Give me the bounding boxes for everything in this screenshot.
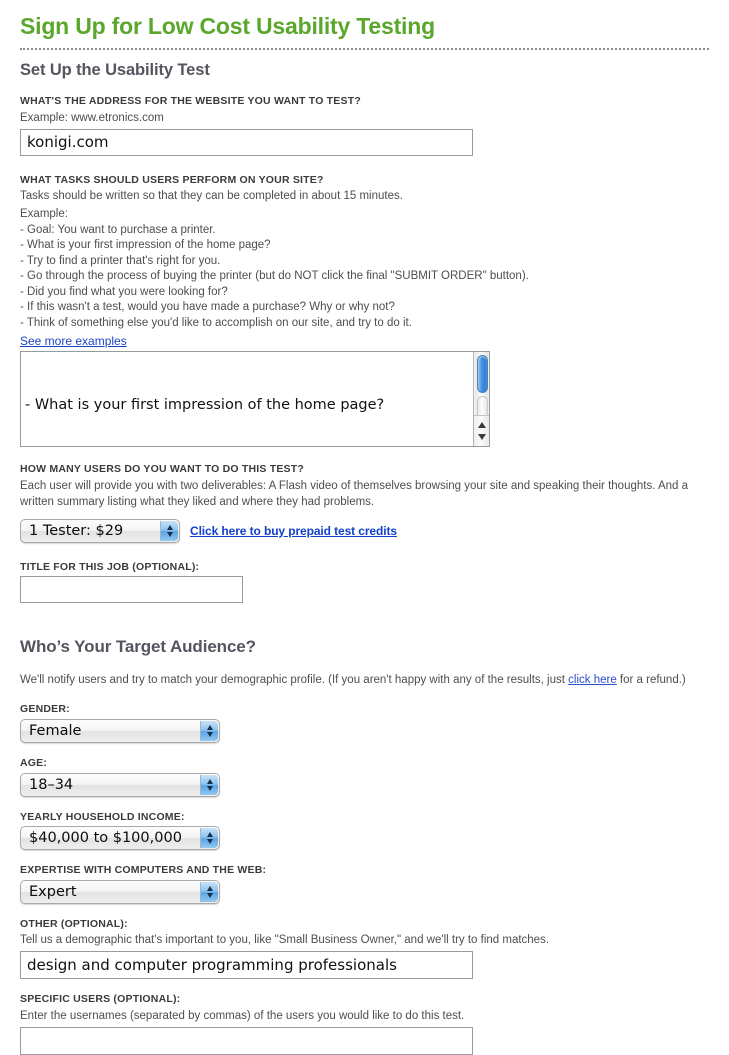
other-demographic-help: Tell us a demographic that's important t…	[20, 934, 550, 947]
tasks-example-line: - Goal: You want to purchase a printer.	[20, 223, 216, 236]
header-divider	[20, 48, 709, 51]
textarea-line: - What is your first impression of the h…	[25, 397, 385, 414]
stepper-icon[interactable]	[200, 828, 218, 849]
stepper-icon[interactable]	[200, 774, 218, 795]
testers-row: 1 Tester: $29 Click here to buy prepaid …	[20, 518, 709, 543]
job-title-label: TITLE FOR THIS JOB (OPTIONAL):	[20, 560, 200, 573]
specific-users-input[interactable]	[20, 1026, 473, 1055]
stepper-icon[interactable]	[160, 520, 178, 541]
stepper-up-icon[interactable]	[206, 832, 213, 838]
other-demographic-input[interactable]	[20, 951, 473, 980]
stepper-icon[interactable]	[200, 881, 218, 902]
tasks-label: WHAT TASKS SHOULD USERS PERFORM ON YOUR …	[20, 173, 324, 186]
specific-users-help: Enter the usernames (separated by commas…	[20, 1009, 465, 1022]
income-label: YEARLY HOUSEHOLD INCOME:	[20, 810, 185, 823]
tasks-textarea[interactable]: - What is your first impression of the h…	[20, 351, 490, 448]
testers-count-label: HOW MANY USERS DO YOU WANT TO DO THIS TE…	[20, 463, 304, 476]
see-more-examples-link[interactable]: See more examples	[20, 334, 127, 348]
website-url-label: WHAT'S THE ADDRESS FOR THE WEBSITE YOU W…	[20, 95, 361, 108]
tasks-example-line: - What is your first impression of the h…	[20, 239, 271, 252]
tasks-help: Tasks should be written so that they can…	[20, 190, 403, 203]
buy-prepaid-credits-link[interactable]: Click here to buy prepaid test credits	[190, 524, 397, 538]
gender-field: GENDER: Female	[20, 703, 709, 743]
tasks-example-line: - Go through the process of buying the p…	[20, 270, 529, 283]
scroll-down-icon[interactable]	[477, 434, 486, 441]
age-select[interactable]: 18–34	[20, 772, 220, 797]
other-demographic-field: OTHER (OPTIONAL): Tell us a demographic …	[20, 918, 709, 980]
stepper-down-icon[interactable]	[206, 785, 213, 791]
testers-count-help: Each user will provide you with two deli…	[20, 480, 689, 508]
stepper-down-icon[interactable]	[206, 839, 213, 845]
tasks-example-line: - Think of something else you'd like to …	[20, 316, 412, 329]
age-label: AGE:	[20, 756, 48, 769]
stepper-down-icon[interactable]	[206, 731, 213, 737]
scrollbar-arrows[interactable]	[474, 415, 489, 447]
tasks-example-line: - Did you find what you were looking for…	[20, 285, 228, 298]
specific-users-field: SPECIFIC USERS (OPTIONAL): Enter the use…	[20, 993, 709, 1055]
tasks-example-line: - Try to find a printer that's right for…	[20, 254, 221, 267]
expertise-select[interactable]: Expert	[20, 879, 220, 904]
audience-intro-before: We'll notify users and try to match your…	[20, 674, 569, 687]
gender-value: Female	[29, 722, 82, 739]
income-field: YEARLY HOUSEHOLD INCOME: $40,000 to $100…	[20, 811, 709, 851]
refund-click-here-link[interactable]: click here	[568, 674, 617, 686]
scroll-up-icon[interactable]	[477, 422, 486, 429]
textarea-scrollbar[interactable]	[473, 352, 489, 447]
tasks-example-line: - If this wasn't a test, would you have …	[20, 301, 395, 314]
tasks-textarea-content: - What is your first impression of the h…	[25, 353, 469, 446]
website-url-help: Example: www.etronics.com	[20, 111, 164, 124]
testers-count-value: 1 Tester: $29	[29, 522, 124, 539]
income-value: $40,000 to $100,000	[29, 830, 182, 847]
job-title-input[interactable]	[20, 576, 243, 604]
expertise-value: Expert	[29, 883, 77, 900]
other-demographic-label: OTHER (OPTIONAL):	[20, 917, 128, 930]
stepper-up-icon[interactable]	[206, 724, 213, 730]
stepper-up-icon[interactable]	[206, 885, 213, 891]
signup-page: Sign Up for Low Cost Usability Testing S…	[0, 0, 729, 1055]
page-content: Sign Up for Low Cost Usability Testing S…	[0, 0, 729, 1055]
audience-section-title: Who’s Your Target Audience?	[20, 637, 256, 657]
expertise-field: EXPERTISE WITH COMPUTERS AND THE WEB: Ex…	[20, 864, 709, 904]
income-select[interactable]: $40,000 to $100,000	[20, 826, 220, 851]
stepper-icon[interactable]	[200, 720, 218, 741]
gender-select[interactable]: Female	[20, 718, 220, 743]
scrollbar-thumb[interactable]	[477, 355, 488, 394]
audience-intro-after: for a refund.)	[616, 674, 686, 687]
expertise-label: EXPERTISE WITH COMPUTERS AND THE WEB:	[20, 864, 267, 877]
stepper-down-icon[interactable]	[206, 892, 213, 898]
website-url-input[interactable]	[20, 128, 473, 156]
scrollbar-track[interactable]	[475, 352, 488, 423]
age-value: 18–34	[29, 776, 74, 793]
age-field: AGE: 18–34	[20, 757, 709, 797]
testers-count-select[interactable]: 1 Tester: $29	[20, 518, 180, 543]
stepper-up-icon[interactable]	[166, 524, 173, 530]
stepper-down-icon[interactable]	[166, 531, 173, 537]
stepper-up-icon[interactable]	[206, 778, 213, 784]
tasks-example-heading: Example:	[20, 208, 68, 221]
specific-users-label: SPECIFIC USERS (OPTIONAL):	[20, 993, 181, 1006]
gender-label: GENDER:	[20, 703, 70, 716]
page-title: Sign Up for Low Cost Usability Testing	[20, 13, 435, 39]
audience-intro: We'll notify users and try to match your…	[20, 673, 709, 689]
setup-section-title: Set Up the Usability Test	[20, 61, 210, 80]
